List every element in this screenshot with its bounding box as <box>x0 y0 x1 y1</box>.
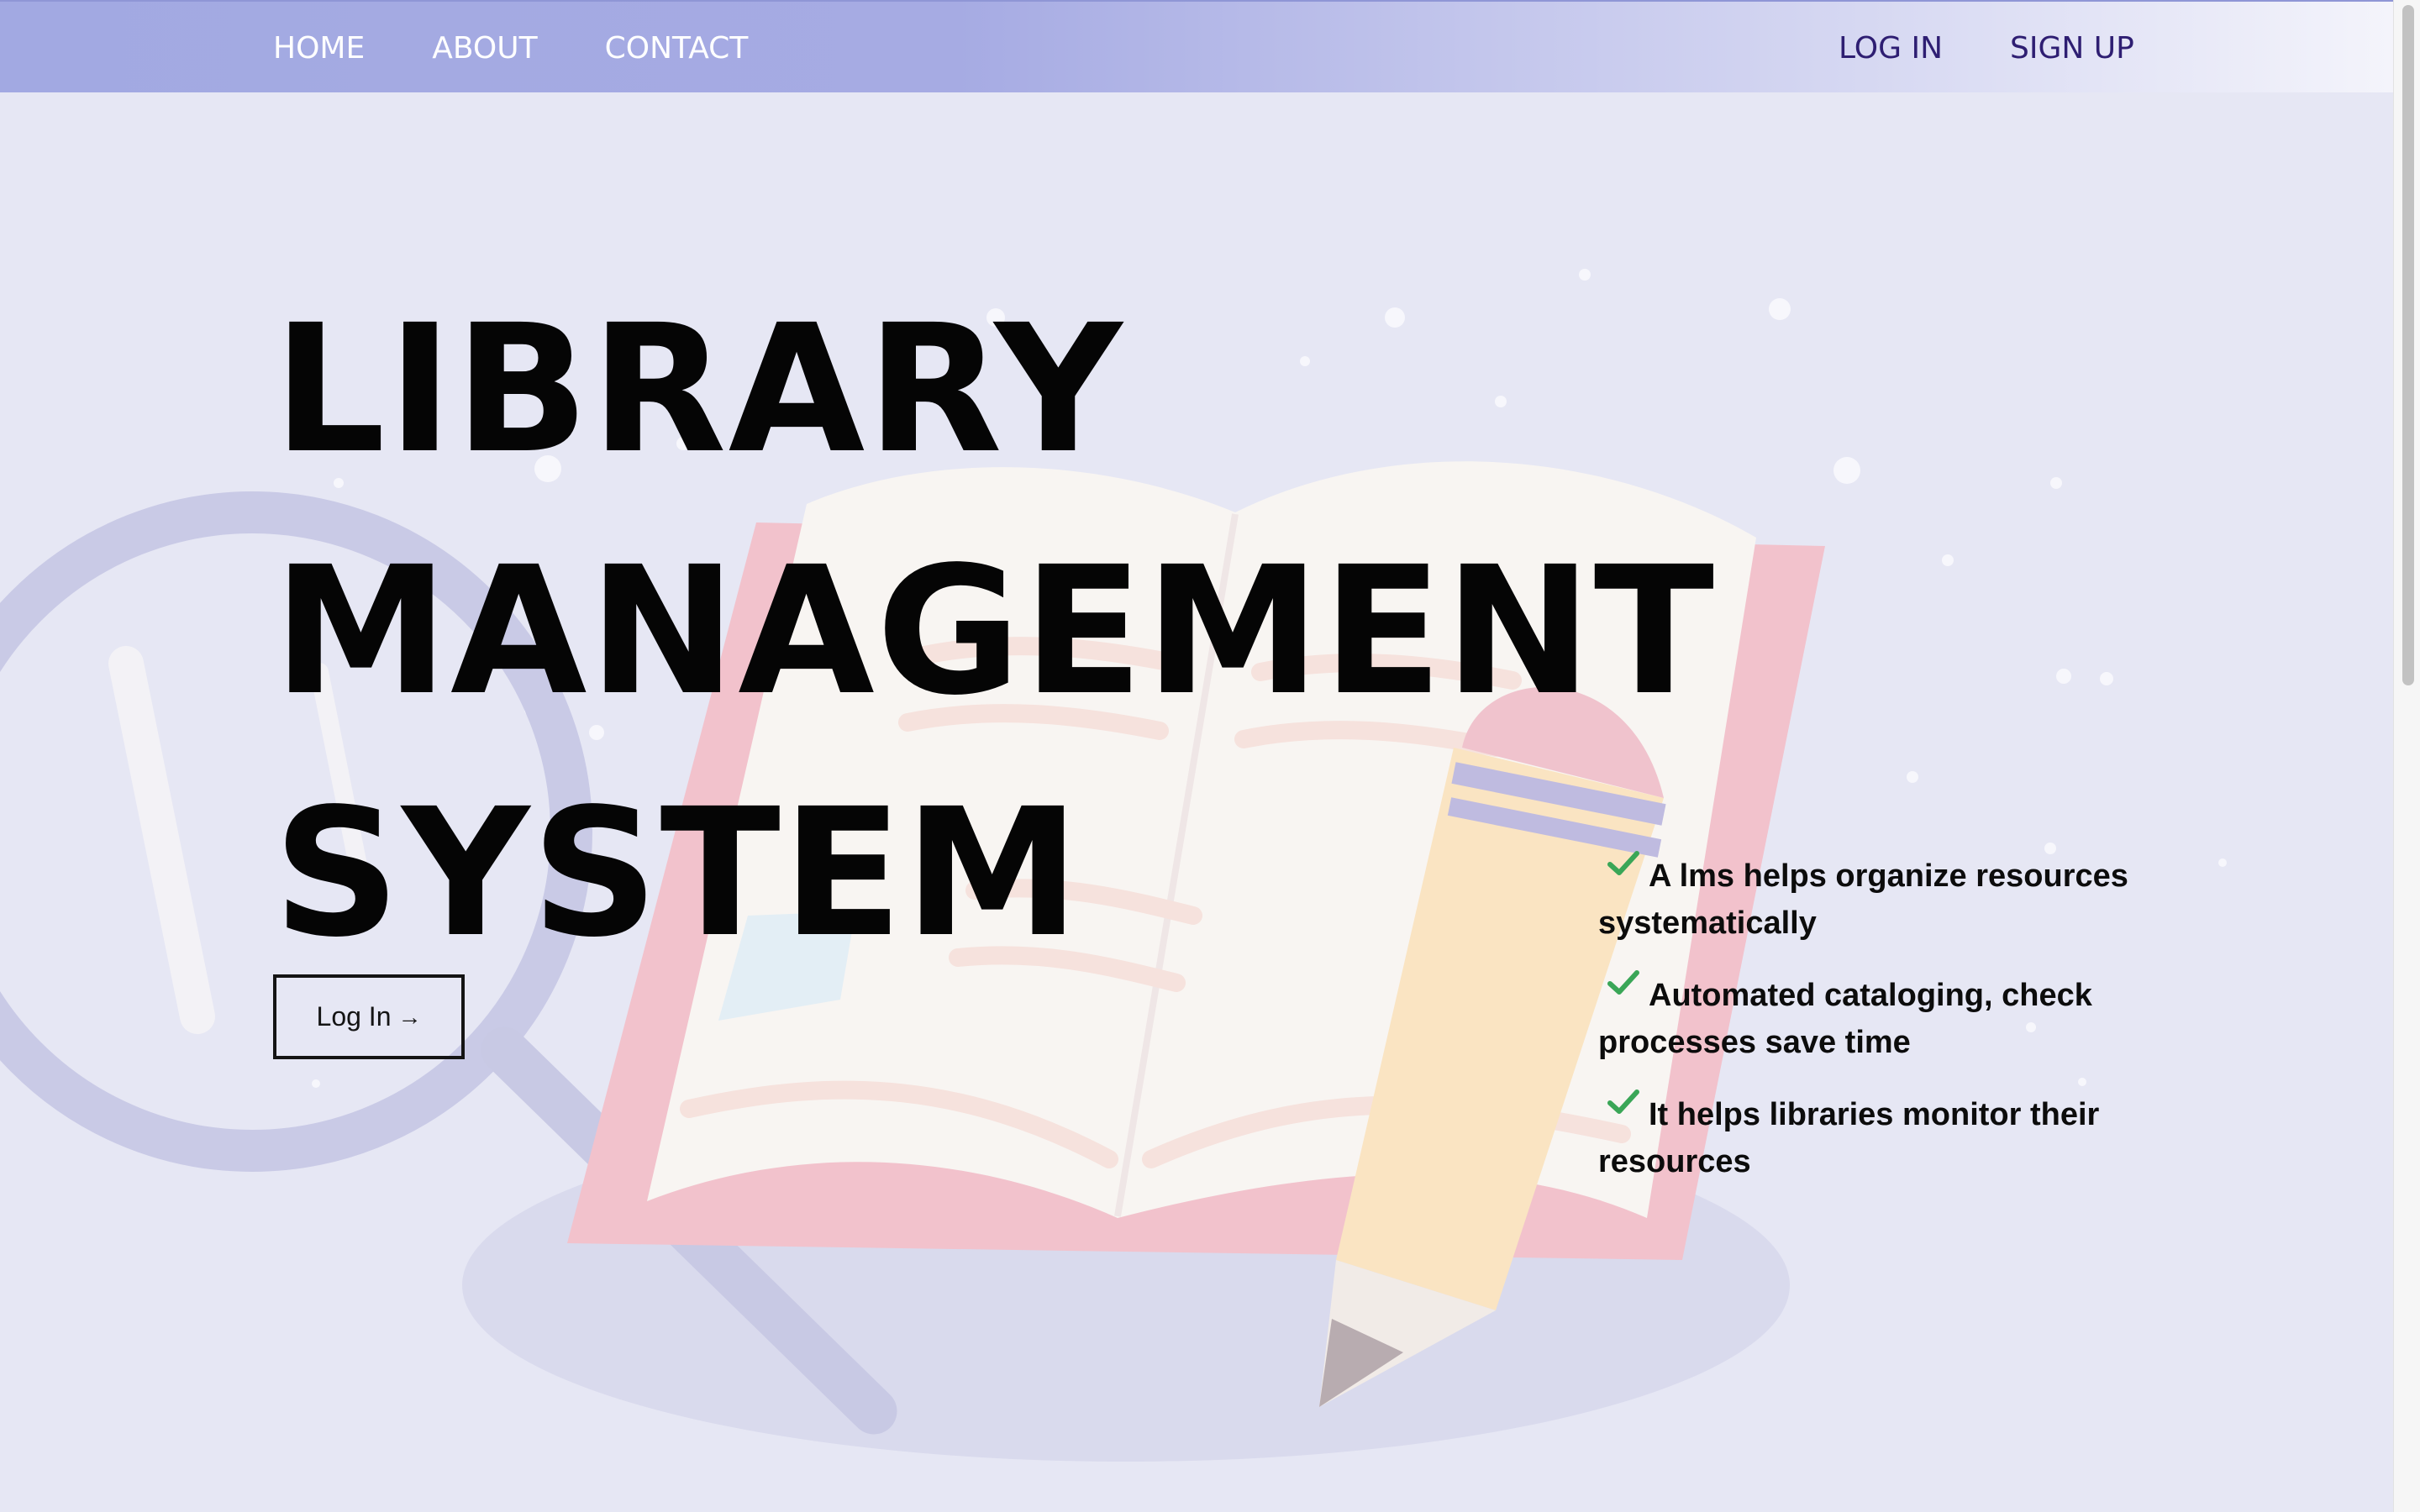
hero-title: LIBRARY MANAGEMENT SYSTEM <box>273 269 1716 995</box>
top-navbar: HOME ABOUT CONTACT LOG IN SIGN UP <box>0 0 2393 92</box>
nav-link-log-in[interactable]: LOG IN <box>1839 31 1943 66</box>
hero-title-line-1: LIBRARY <box>273 286 1124 492</box>
hero-title-line-2: MANAGEMENT <box>273 528 1717 734</box>
nav-link-home[interactable]: HOME <box>273 31 365 66</box>
hero-title-line-3: SYSTEM <box>273 770 1082 976</box>
check-icon <box>1598 970 1649 1005</box>
auth-nav: LOG IN SIGN UP <box>1839 2 2202 94</box>
hero-log-in-label: Log In <box>316 1001 392 1032</box>
check-icon <box>1598 1089 1649 1125</box>
page-scrollbar[interactable] <box>2393 0 2420 1512</box>
nav-link-contact[interactable]: CONTACT <box>605 31 749 66</box>
check-icon <box>1598 851 1649 886</box>
hero-log-in-button[interactable]: Log In → <box>273 974 465 1059</box>
nav-link-sign-up[interactable]: SIGN UP <box>2010 31 2134 66</box>
primary-nav: HOME ABOUT CONTACT <box>273 2 815 94</box>
feature-item: A lms helps organize resources systemati… <box>1598 851 2136 947</box>
features-list: A lms helps organize resources systemati… <box>1598 851 2136 1210</box>
feature-text: Automated cataloging, check processes sa… <box>1598 978 2092 1060</box>
nav-link-about[interactable]: ABOUT <box>432 31 537 66</box>
feature-item: It helps libraries monitor their resourc… <box>1598 1089 2136 1185</box>
feature-text: It helps libraries monitor their resourc… <box>1598 1097 2100 1179</box>
arrow-right-icon: → <box>397 1003 422 1030</box>
feature-item: Automated cataloging, check processes sa… <box>1598 970 2136 1066</box>
landing-page: HOME ABOUT CONTACT LOG IN SIGN UP LIBRAR… <box>0 0 2393 1512</box>
feature-text: A lms helps organize resources systemati… <box>1598 858 2128 941</box>
scrollbar-thumb[interactable] <box>2402 5 2414 685</box>
